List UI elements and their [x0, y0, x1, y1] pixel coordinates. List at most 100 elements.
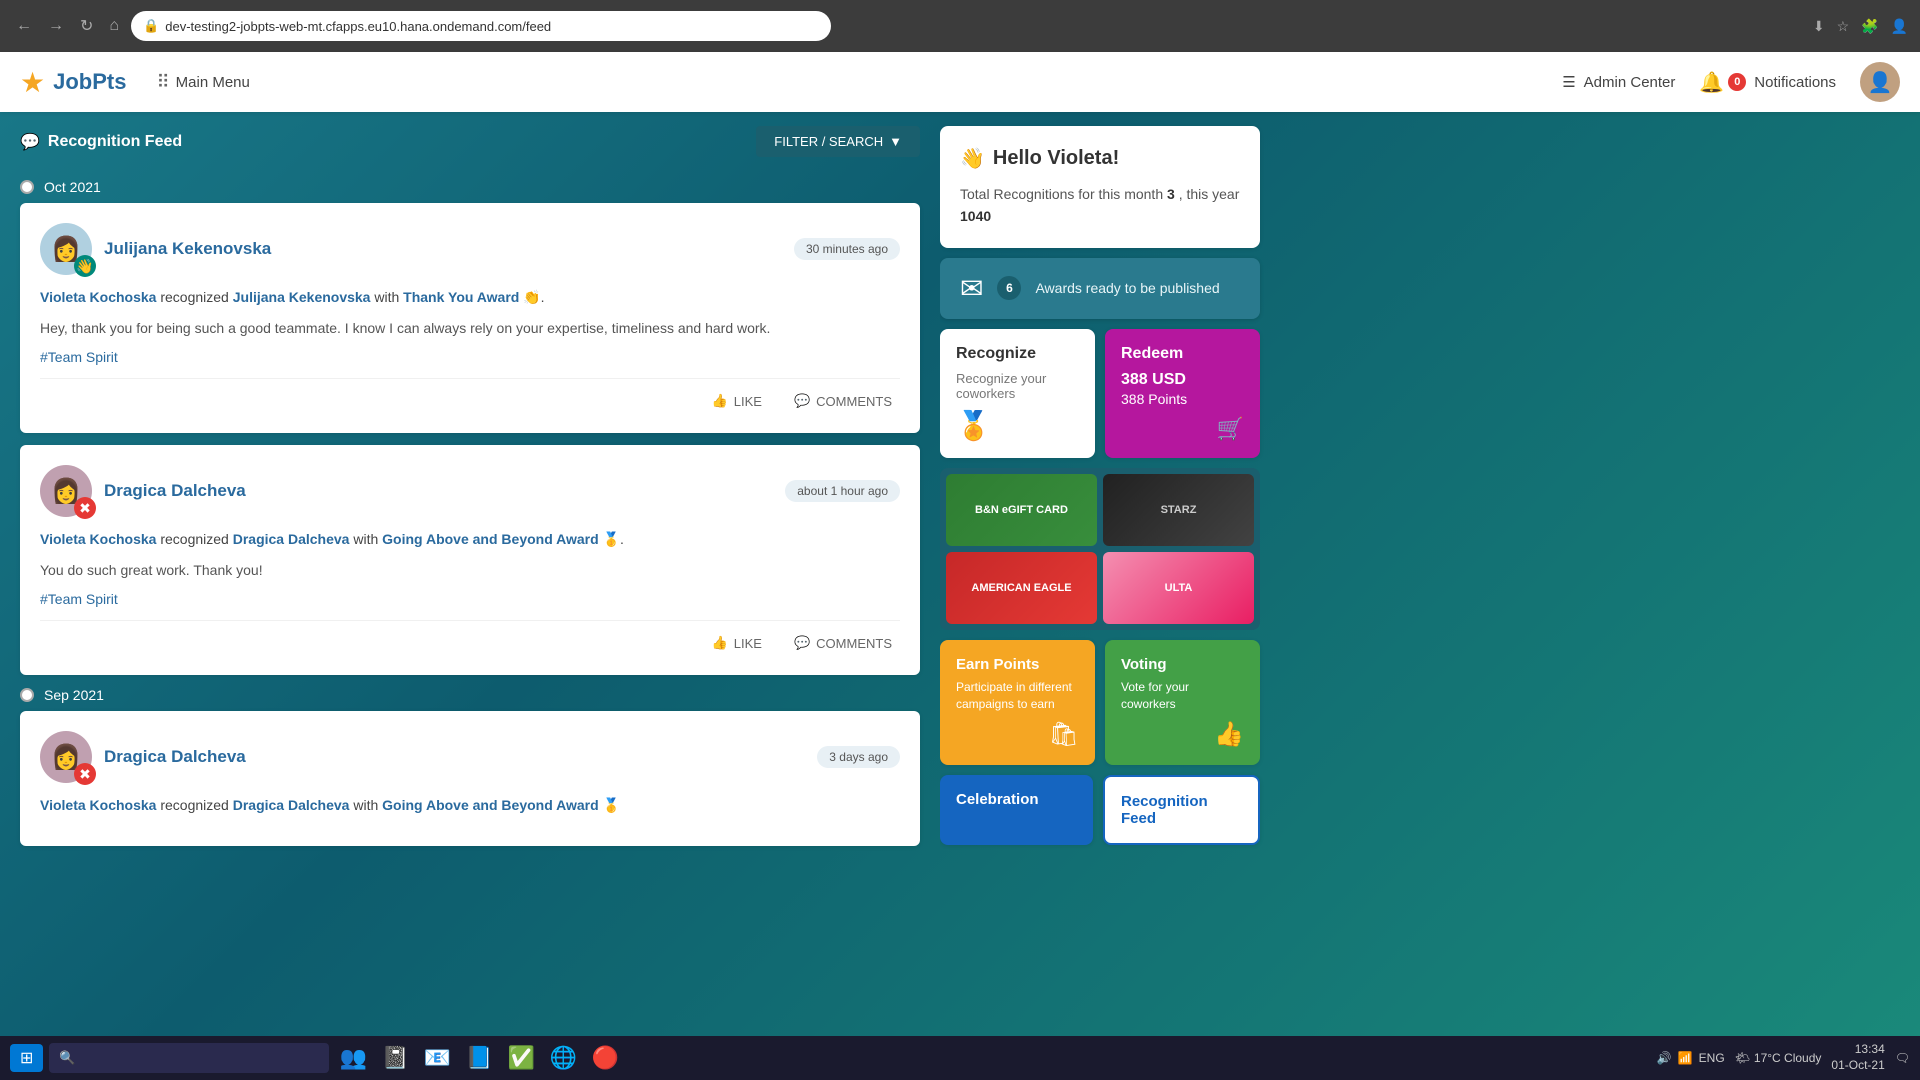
with-text: with	[353, 531, 382, 547]
start-button[interactable]: ⊞	[10, 1044, 43, 1072]
taskbar-app-onenote[interactable]: 📓	[377, 1040, 413, 1076]
lock-icon: 🔒	[143, 18, 159, 34]
time-badge: about 1 hour ago	[785, 480, 900, 502]
admin-label: Admin Center	[1584, 74, 1676, 91]
extensions-icon[interactable]: 🧩	[1861, 18, 1878, 35]
taskbar-app-teams[interactable]: 👥	[335, 1040, 371, 1076]
recognize-card[interactable]: Recognize Recognize your coworkers 🏅	[940, 329, 1095, 458]
redeem-amount: 388 USD	[1121, 371, 1244, 389]
filter-label: FILTER / SEARCH	[774, 134, 883, 149]
recognized-verb: recognized	[160, 531, 232, 547]
time-display: 13:34	[1831, 1042, 1884, 1058]
gift-card-item[interactable]: ULTA	[1103, 552, 1254, 624]
card-user-info: 👩 ✖ Dragica Dalcheva	[40, 465, 246, 517]
total-year-label-text: this year	[1186, 186, 1239, 202]
profile-icon[interactable]: 👤	[1891, 18, 1908, 35]
home-button[interactable]: ⌂	[105, 13, 123, 39]
card-header: 👩 ✖ Dragica Dalcheva 3 days ago	[40, 731, 900, 783]
awards-ready-card[interactable]: ✉ 6 Awards ready to be published	[940, 258, 1260, 319]
gift-card-item[interactable]: B&N eGIFT CARD	[946, 474, 1097, 546]
recognized-verb: recognized	[160, 797, 232, 813]
taskbar-app-checklist[interactable]: ✅	[503, 1040, 539, 1076]
taskbar-app-chrome[interactable]: 🌐	[545, 1040, 581, 1076]
comment-button[interactable]: 💬 COMMENTS	[786, 631, 900, 655]
admin-center-button[interactable]: ☰ Admin Center	[1562, 73, 1675, 91]
timeline-marker-oct: Oct 2021	[20, 179, 920, 195]
card-user-name: Dragica Dalcheva	[104, 481, 246, 501]
logo-icon: ★	[20, 66, 45, 99]
taskbar-weather: 🌤 17°C Cloudy	[1735, 1051, 1822, 1065]
with-text: with	[374, 289, 403, 305]
medal-icon: 🏅	[956, 409, 1079, 442]
logo-text: JobPts	[53, 69, 126, 95]
reload-button[interactable]: ↻	[76, 12, 97, 40]
feed-card: 👩 ✖ Dragica Dalcheva about 1 hour ago Vi…	[20, 445, 920, 675]
voting-card[interactable]: Voting Vote for your coworkers 👍	[1105, 640, 1260, 766]
recognizer-name: Violeta Kochoska	[40, 797, 156, 813]
timeline-label: Sep 2021	[44, 687, 104, 703]
taskbar-systray: 🔊 📶 ENG	[1657, 1051, 1725, 1065]
feed-title: 💬 Recognition Feed	[20, 132, 182, 152]
recipient-name: Julijana Kekenovska	[233, 289, 371, 305]
gift-card-item[interactable]: AMERICAN EAGLE	[946, 552, 1097, 624]
taskbar-app-extra[interactable]: 🔴	[587, 1040, 623, 1076]
award-badge: 👋	[74, 255, 96, 277]
address-bar[interactable]: 🔒 dev-testing2-jobpts-web-mt.cfapps.eu10…	[131, 11, 831, 41]
main-content: 💬 Recognition Feed FILTER / SEARCH ▼ Oct…	[0, 112, 1920, 1080]
network-icon: 🔊	[1657, 1051, 1672, 1065]
feed-title-icon: 💬	[20, 132, 40, 152]
date-display: 01-Oct-21	[1831, 1058, 1884, 1074]
feed-header: 💬 Recognition Feed FILTER / SEARCH ▼	[20, 112, 920, 171]
thumb-icon: 👍	[1214, 720, 1244, 749]
awards-ready-text: Awards ready to be published	[1035, 280, 1219, 296]
feed-card: 👩 ✖ Dragica Dalcheva 3 days ago Violeta …	[20, 711, 920, 846]
search-icon: 🔍	[59, 1050, 75, 1066]
like-button[interactable]: 👍 LIKE	[704, 631, 770, 655]
like-label: LIKE	[734, 636, 762, 651]
card-footer: 👍 LIKE 💬 COMMENTS	[40, 378, 900, 413]
award-badge: ✖	[74, 497, 96, 519]
voting-sub: Vote for your coworkers	[1121, 679, 1244, 713]
user-avatar[interactable]: 👤	[1860, 62, 1900, 102]
filter-icon: ▼	[889, 134, 902, 149]
avatar-container: 👩 ✖	[40, 465, 92, 517]
recognize-title: Recognize	[956, 345, 1079, 363]
notifications-button[interactable]: 🔔 0 Notifications	[1699, 70, 1836, 95]
comment-button[interactable]: 💬 COMMENTS	[786, 389, 900, 413]
award-emoji: 🥇	[603, 531, 620, 547]
celebration-card[interactable]: Celebration	[940, 775, 1093, 845]
bookmark-icon[interactable]: ☆	[1837, 18, 1850, 35]
notifications-taskbar-icon[interactable]: 🗨	[1895, 1051, 1910, 1065]
redeem-card[interactable]: Redeem 388 USD 388 Points 🛒	[1105, 329, 1260, 458]
gift-card-label: B&N eGIFT CARD	[975, 504, 1068, 516]
feed-card: 👩 👋 Julijana Kekenovska 30 minutes ago V…	[20, 203, 920, 433]
logo-area[interactable]: ★ JobPts	[20, 66, 126, 99]
recognizer-name: Violeta Kochoska	[40, 531, 156, 547]
gift-cards-grid: B&N eGIFT CARD STARZ AMERICAN EAGLE ULTA	[940, 468, 1260, 630]
download-icon[interactable]: ⬇	[1813, 18, 1825, 35]
forward-button[interactable]: →	[44, 13, 68, 39]
recognition-feed-card[interactable]: Recognition Feed	[1103, 775, 1260, 845]
back-button[interactable]: ←	[12, 13, 36, 39]
hashtag: #Team Spirit	[40, 591, 118, 607]
earn-points-card[interactable]: Earn Points Participate in different cam…	[940, 640, 1095, 766]
bottom-cards-row: Earn Points Participate in different cam…	[940, 640, 1260, 766]
taskbar-app-outlook[interactable]: 📧	[419, 1040, 455, 1076]
browser-icons: ⬇ ☆ 🧩 👤	[1813, 18, 1908, 35]
main-menu-button[interactable]: ⠿ Main Menu	[146, 66, 259, 99]
earn-points-sub: Participate in different campaigns to ea…	[956, 679, 1079, 713]
like-button[interactable]: 👍 LIKE	[704, 389, 770, 413]
taskbar-app-word[interactable]: 📘	[461, 1040, 497, 1076]
header-right: ☰ Admin Center 🔔 0 Notifications 👤	[1562, 62, 1900, 102]
cart-icon: 🛒	[1217, 416, 1244, 442]
taskbar-search[interactable]: 🔍	[49, 1043, 329, 1073]
avatar-container: 👩 👋	[40, 223, 92, 275]
award-name: Thank You Award	[403, 289, 519, 305]
gift-card-item[interactable]: STARZ	[1103, 474, 1254, 546]
like-label: LIKE	[734, 394, 762, 409]
hashtag-text: #Team Spirit	[40, 347, 900, 368]
recognized-verb: recognized	[160, 289, 232, 305]
card-header: 👩 ✖ Dragica Dalcheva about 1 hour ago	[40, 465, 900, 517]
filter-search-button[interactable]: FILTER / SEARCH ▼	[756, 126, 920, 157]
message-text: You do such great work. Thank you!	[40, 560, 900, 581]
